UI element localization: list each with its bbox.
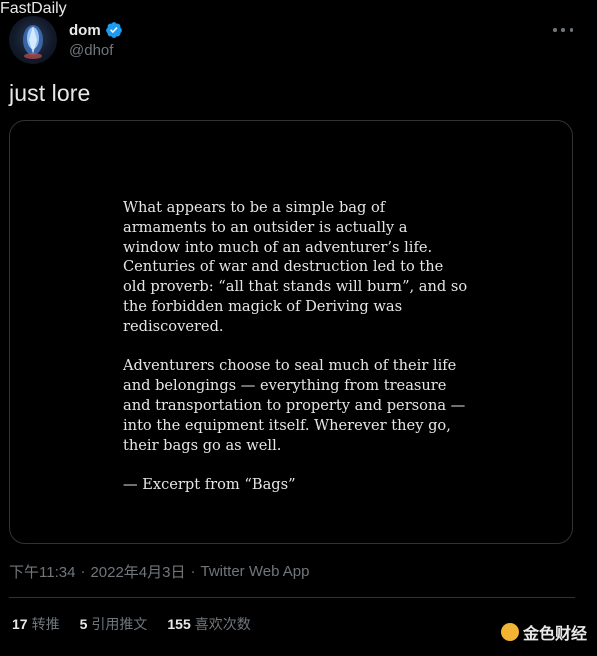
verified-badge-icon [105, 21, 123, 39]
quotes-count: 5 [79, 616, 88, 632]
meta-separator-2: · [190, 563, 196, 580]
meta-separator-1: · [80, 563, 86, 580]
watermark-text: 金色财经 [522, 626, 587, 643]
display-name[interactable]: dom [69, 22, 101, 39]
likes-label: 喜欢次数 [194, 616, 251, 632]
watermark: 金色财经 [500, 620, 587, 644]
excerpt-paragraph-1: What appears to be a simple bag of armam… [123, 199, 468, 335]
tweet-header: dom @dhof [9, 14, 589, 66]
tweet-source[interactable]: Twitter Web App [201, 563, 310, 580]
more-options-icon[interactable] [553, 20, 573, 40]
excerpt-paragraph-2: Adventurers choose to seal much of their… [123, 357, 466, 454]
divider-top [9, 597, 575, 598]
likes-stat[interactable]: 155 喜欢次数 [167, 614, 250, 634]
excerpt-attribution: — Excerpt from “Bags” [123, 476, 296, 494]
tweet-date[interactable]: 2022年4月3日 [90, 561, 185, 582]
author-names: dom @dhof [69, 20, 123, 59]
retweets-count: 17 [12, 616, 28, 632]
engagement-stats: 17 转推 5 引用推文 155 喜欢次数 [12, 614, 271, 634]
tweet-meta: 下午11:34 · 2022年4月3日 · Twitter Web App [9, 561, 309, 582]
handle[interactable]: @dhof [69, 42, 123, 59]
excerpt-text: What appears to be a simple bag of armam… [123, 198, 468, 515]
avatar[interactable] [9, 16, 57, 64]
tweet-time[interactable]: 下午11:34 [9, 561, 75, 582]
tweet-text: just lore [9, 80, 91, 106]
quotes-label: 引用推文 [91, 616, 148, 632]
quotes-stat[interactable]: 5 引用推文 [80, 614, 148, 634]
retweets-label: 转推 [31, 616, 60, 632]
media-image[interactable]: What appears to be a simple bag of armam… [9, 120, 573, 544]
likes-count: 155 [167, 616, 191, 632]
watermark-logo-icon [500, 623, 519, 641]
retweets-stat[interactable]: 17 转推 [12, 614, 60, 634]
